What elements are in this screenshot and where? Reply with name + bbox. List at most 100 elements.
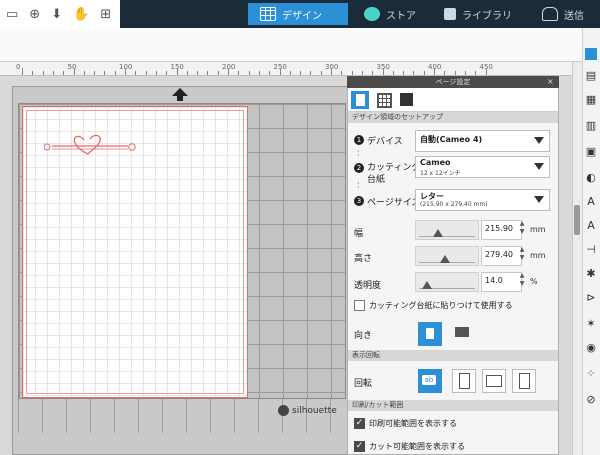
transparency-input[interactable]: 14.0 bbox=[481, 272, 522, 292]
rotate-0-icon: ab bbox=[422, 375, 436, 385]
height-slider[interactable] bbox=[415, 246, 479, 266]
tab-send[interactable]: 送信 bbox=[530, 3, 600, 25]
font-icon[interactable]: A bbox=[585, 196, 597, 208]
landscape-orientation-button[interactable] bbox=[455, 327, 469, 337]
rotate-0-button[interactable]: ab bbox=[418, 369, 442, 393]
width-slider-thumb[interactable] bbox=[433, 229, 443, 237]
tab-store[interactable]: ストア bbox=[352, 3, 424, 25]
show-cut-area-checkbox[interactable]: ✓ bbox=[354, 441, 365, 452]
ruler-tick bbox=[63, 71, 65, 75]
line-icon[interactable]: ▣ bbox=[585, 146, 597, 158]
download-icon[interactable]: ⬇ bbox=[51, 7, 62, 22]
step-number-2: 2 bbox=[354, 163, 364, 173]
tab-background-icon[interactable] bbox=[398, 91, 416, 109]
ruler-tick bbox=[238, 71, 240, 75]
device-label: デバイス bbox=[367, 137, 403, 147]
mat-size: 12 x 12インチ bbox=[420, 170, 461, 177]
transform-icon[interactable]: A bbox=[585, 220, 597, 232]
grid-icon[interactable]: ▦ bbox=[585, 94, 597, 106]
step-connector: · · bbox=[357, 179, 360, 192]
rotate-270-button[interactable] bbox=[512, 369, 536, 393]
tab-grid-icon[interactable] bbox=[375, 91, 393, 109]
ruler-tick bbox=[73, 68, 75, 75]
show-print-area-checkbox[interactable]: ✓ bbox=[354, 418, 365, 429]
text-icon[interactable]: ◐ bbox=[585, 172, 597, 184]
tab-page-icon[interactable] bbox=[351, 91, 369, 109]
sketch-icon[interactable]: ◉ bbox=[585, 342, 597, 354]
portrait-orientation-button[interactable] bbox=[418, 322, 442, 346]
silhouette-logo-icon bbox=[278, 405, 289, 416]
ruler-tick bbox=[382, 68, 384, 75]
step-connector: · · bbox=[357, 147, 360, 160]
scrollbar-thumb[interactable] bbox=[574, 205, 580, 235]
height-slider-thumb[interactable] bbox=[440, 255, 450, 263]
ruler-tick bbox=[485, 68, 487, 75]
device-value: 自動(Cameo 4) bbox=[420, 135, 483, 144]
step-number-1: 1 bbox=[354, 135, 364, 145]
panel-close-button[interactable]: × bbox=[547, 77, 554, 87]
height-label: 高さ bbox=[354, 254, 373, 264]
trace-icon[interactable]: ✶ bbox=[585, 318, 597, 330]
hand-icon[interactable]: ✋ bbox=[73, 7, 89, 22]
width-input[interactable]: 215.90 bbox=[481, 220, 522, 240]
mat-value: Cameo bbox=[420, 158, 451, 167]
modify-icon[interactable]: ✱ bbox=[585, 268, 597, 280]
orientation-label: 向き bbox=[354, 331, 373, 341]
offset-icon[interactable]: ⊳ bbox=[585, 292, 597, 304]
stick-to-mat-checkbox[interactable] bbox=[354, 300, 365, 311]
width-stepper[interactable]: ▲ ▼ bbox=[518, 220, 526, 238]
transparency-unit: % bbox=[530, 277, 538, 286]
rotate-90-button[interactable] bbox=[452, 369, 476, 393]
add-page-icon[interactable]: ⊞ bbox=[100, 7, 111, 22]
quick-toolbar: ▭ ⊕ ⬇ ✋ ⊞ bbox=[0, 0, 120, 28]
ruler-tick bbox=[155, 71, 157, 75]
rotate-90-icon bbox=[459, 373, 470, 389]
mat-dropdown[interactable]: Cameo 12 x 12インチ bbox=[415, 156, 550, 178]
width-slider[interactable] bbox=[415, 220, 479, 240]
ruler-tick bbox=[248, 71, 250, 75]
mat-label-line2: 台紙 bbox=[367, 175, 386, 185]
replicate-icon[interactable]: ⊣ bbox=[585, 244, 597, 256]
transparency-slider-thumb[interactable] bbox=[422, 281, 432, 289]
rotate-270-icon bbox=[519, 373, 530, 389]
library-icon[interactable]: ⊘ bbox=[585, 394, 597, 406]
print-cut-icon[interactable]: ▤ bbox=[585, 70, 597, 82]
fill-icon[interactable]: ▥ bbox=[585, 120, 597, 132]
tab-design[interactable]: デザイン bbox=[248, 3, 348, 25]
vertical-scrollbar[interactable] bbox=[572, 62, 582, 455]
page-size-dropdown[interactable]: レター (215.90 x 279.40 mm) bbox=[415, 189, 550, 211]
heart-arrow-design[interactable] bbox=[44, 133, 136, 155]
ruler-tick bbox=[145, 71, 147, 75]
page-settings-icon[interactable] bbox=[585, 48, 597, 60]
transparency-slider[interactable] bbox=[415, 272, 479, 292]
ruler-tick bbox=[52, 71, 54, 75]
ruler-tick bbox=[94, 71, 96, 75]
mat-brand: silhouette bbox=[278, 405, 337, 416]
horizontal-ruler: 0 50 100 150 200 250 300 350 400 450 bbox=[0, 62, 582, 76]
design-grid-icon bbox=[260, 7, 276, 21]
height-unit: mm bbox=[530, 251, 546, 260]
document-icon[interactable]: ▭ bbox=[6, 7, 18, 22]
tab-library[interactable]: ライブラリ bbox=[432, 3, 524, 25]
ruler-tick bbox=[186, 71, 188, 75]
width-label: 幅 bbox=[354, 229, 364, 239]
ruler-tick bbox=[22, 68, 23, 75]
rotate-180-button[interactable] bbox=[482, 369, 506, 393]
height-stepper[interactable]: ▲ ▼ bbox=[518, 246, 526, 264]
ruler-tick bbox=[197, 71, 199, 75]
ruler-tick bbox=[176, 68, 178, 75]
ruler-label: 50 bbox=[67, 63, 77, 71]
device-dropdown[interactable]: 自動(Cameo 4) bbox=[415, 130, 550, 152]
mat-brand-label: silhouette bbox=[292, 405, 337, 416]
zoom-icon[interactable]: ⊕ bbox=[29, 7, 40, 22]
ruler-tick bbox=[403, 71, 405, 75]
pixscan-icon[interactable]: ⁘ bbox=[585, 368, 597, 380]
width-unit: mm bbox=[530, 225, 546, 234]
ruler-tick bbox=[228, 68, 229, 75]
ruler-tick bbox=[114, 71, 116, 75]
ruler-tick bbox=[372, 71, 374, 75]
ruler-tick bbox=[135, 71, 137, 75]
transparency-stepper[interactable]: ▲ ▼ bbox=[518, 272, 526, 290]
page-size-dimensions: (215.90 x 279.40 mm) bbox=[420, 201, 488, 208]
height-input[interactable]: 279.40 bbox=[481, 246, 522, 266]
